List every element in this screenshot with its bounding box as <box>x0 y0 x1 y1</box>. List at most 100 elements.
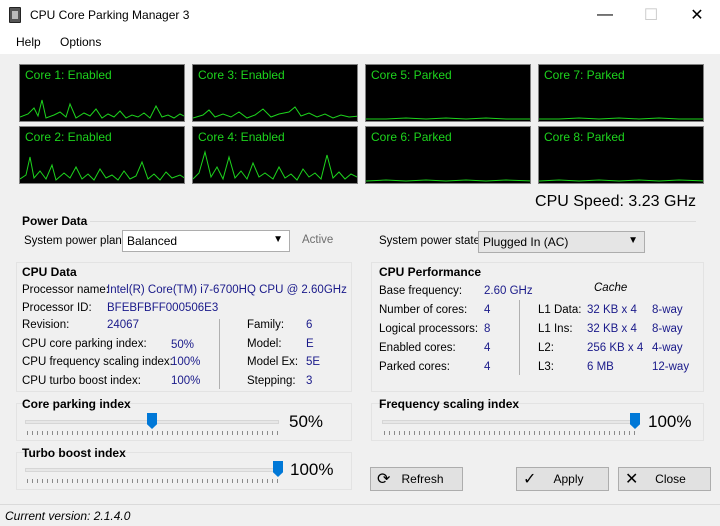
refresh-label: Refresh <box>401 472 444 486</box>
processor-id-label: Processor ID: <box>22 302 92 314</box>
stepping-value: 3 <box>306 375 313 387</box>
core-3-graph: Core 3: Enabled <box>192 64 358 122</box>
core-parking-ticks <box>27 431 278 435</box>
processor-name-value: Intel(R) Core(TM) i7-6700HQ CPU @ 2.60GH… <box>107 284 347 296</box>
logical-processors-label: Logical processors: <box>379 323 479 335</box>
num-cores-label: Number of cores: <box>379 304 468 316</box>
cpu-data-divider <box>219 319 220 389</box>
cpu-speed: CPU Speed: 3.23 GHz <box>535 193 696 210</box>
parking-index-value: 50% <box>171 339 195 351</box>
refresh-button[interactable]: ⟳ Refresh <box>370 467 463 491</box>
core-1-graph: Core 1: Enabled <box>19 64 185 122</box>
base-frequency-label: Base frequency: <box>379 285 463 297</box>
l2-label: L2: <box>538 342 554 354</box>
l3-size: 6 MB <box>587 361 614 373</box>
turbo-boost-title: Turbo boost index <box>22 446 126 460</box>
l1-data-size: 32 KB x 4 <box>587 304 637 316</box>
maximize-button[interactable]: ☐ <box>628 0 674 30</box>
base-frequency-value: 2.60 GHz <box>484 285 533 297</box>
l1-ins-way: 8-way <box>652 323 683 335</box>
core-8-label: Core 8: Parked <box>544 130 625 144</box>
cpu-performance-title: CPU Performance <box>379 265 482 279</box>
l1-data-way: 8-way <box>652 304 683 316</box>
l1-ins-size: 32 KB x 4 <box>587 323 637 335</box>
menu-help[interactable]: Help <box>16 35 41 49</box>
family-label: Family: <box>247 319 285 331</box>
l1-ins-label: L1 Ins: <box>538 323 573 335</box>
model-ex-value: 5E <box>306 356 321 368</box>
enabled-cores-label: Enabled cores: <box>379 342 456 354</box>
power-plan-select[interactable]: Balanced ▼ <box>122 230 290 252</box>
core-3-label: Core 3: Enabled <box>198 68 285 82</box>
revision-value: 24067 <box>107 319 139 331</box>
cpu-performance-divider <box>519 300 520 375</box>
core-2-graph: Core 2: Enabled <box>19 126 185 184</box>
title-bar: CPU Core Parking Manager 3 — ☐ ✕ <box>0 0 720 30</box>
turbo-boost-ticks <box>27 479 278 483</box>
turbo-value: 100% <box>171 375 201 387</box>
logical-processors-value: 8 <box>484 323 491 335</box>
power-plan-label: System power plan: <box>24 235 125 247</box>
chevron-down-icon: ▼ <box>628 235 638 246</box>
model-label: Model: <box>247 338 282 350</box>
apply-button[interactable]: ✓ Apply <box>516 467 609 491</box>
core-2-label: Core 2: Enabled <box>25 130 112 144</box>
core-4-label: Core 4: Enabled <box>198 130 285 144</box>
status-bar: Current version: 2.1.4.0 <box>0 504 720 526</box>
menu-options[interactable]: Options <box>60 35 101 49</box>
turbo-boost-slider[interactable] <box>25 468 279 472</box>
frequency-scaling-title: Frequency scaling index <box>379 397 520 411</box>
model-value: E <box>306 338 314 350</box>
power-plan-value: Balanced <box>127 234 178 248</box>
enabled-cores-value: 4 <box>484 342 491 354</box>
l2-size: 256 KB x 4 <box>587 342 644 354</box>
menu-bar: Help Options <box>0 30 720 54</box>
revision-label: Revision: <box>22 319 70 331</box>
l1-data-label: L1 Data: <box>538 304 582 316</box>
minimize-button[interactable]: — <box>582 0 628 30</box>
close-label: Close <box>655 472 686 486</box>
frequency-scaling-value: 100% <box>648 412 692 431</box>
chevron-down-icon: ▼ <box>273 234 283 245</box>
l2-way: 4-way <box>652 342 683 354</box>
core-7-label: Core 7: Parked <box>544 68 625 82</box>
freq-scaling-value: 100% <box>171 356 201 368</box>
power-plan-status: Active <box>302 234 334 246</box>
core-6-graph: Core 6: Parked <box>365 126 531 184</box>
close-button[interactable]: ✕ Close <box>618 467 711 491</box>
cpu-data-title: CPU Data <box>22 265 77 279</box>
turbo-label: CPU turbo boost index: <box>22 375 141 387</box>
core-1-label: Core 1: Enabled <box>25 68 112 82</box>
core-7-graph: Core 7: Parked <box>538 64 704 122</box>
model-ex-label: Model Ex: <box>247 356 299 368</box>
core-6-label: Core 6: Parked <box>371 130 452 144</box>
cache-title: Cache <box>594 282 628 294</box>
power-state-select[interactable]: Plugged In (AC) ▼ <box>478 231 645 253</box>
freq-scaling-label: CPU frequency scaling index: <box>22 356 173 368</box>
processor-name-label: Processor name: <box>22 284 109 296</box>
frequency-scaling-ticks <box>384 431 635 435</box>
core-5-graph: Core 5: Parked <box>365 64 531 122</box>
power-data-title: Power Data <box>22 214 88 228</box>
close-window-button[interactable]: ✕ <box>674 0 720 30</box>
core-parking-title: Core parking index <box>22 397 131 411</box>
stepping-label: Stepping: <box>247 375 296 387</box>
core-8-graph: Core 8: Parked <box>538 126 704 184</box>
power-state-label: System power state: <box>379 235 484 247</box>
family-value: 6 <box>306 319 313 331</box>
processor-id-value: BFEBFBFF000506E3 <box>107 302 219 314</box>
apply-label: Apply <box>553 472 584 486</box>
core-parking-value: 50% <box>289 412 324 431</box>
l3-label: L3: <box>538 361 554 373</box>
parked-cores-label: Parked cores: <box>379 361 450 373</box>
window-title: CPU Core Parking Manager 3 <box>30 8 190 22</box>
core-5-label: Core 5: Parked <box>371 68 452 82</box>
parking-index-label: CPU core parking index: <box>22 338 147 350</box>
core-4-graph: Core 4: Enabled <box>192 126 358 184</box>
parked-cores-value: 4 <box>484 361 491 373</box>
turbo-boost-value: 100% <box>290 460 334 479</box>
power-divider <box>90 221 696 222</box>
frequency-scaling-slider[interactable] <box>382 420 636 424</box>
power-state-value: Plugged In (AC) <box>483 235 569 249</box>
current-version: Current version: 2.1.4.0 <box>5 509 131 523</box>
